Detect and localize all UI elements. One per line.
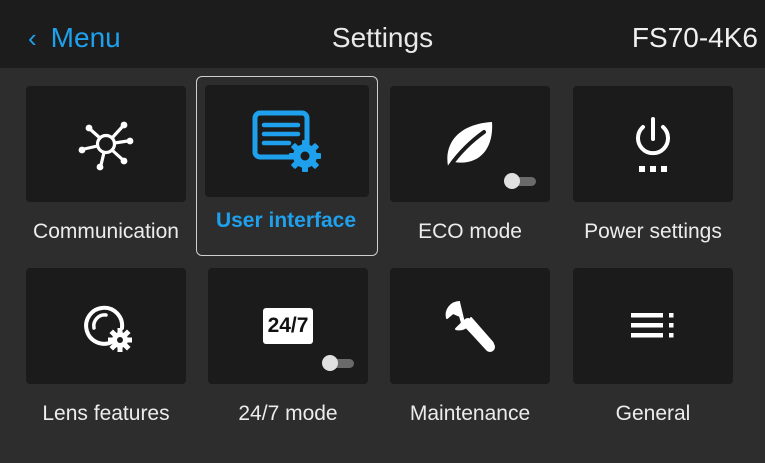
device-model: FS70-4K6 [631, 22, 758, 53]
tile-24-7-mode-label: 24/7 mode [238, 402, 338, 425]
tile-24-7-mode-box: 24/7 [208, 268, 368, 384]
tile-maintenance-box [390, 268, 550, 384]
tile-eco-mode-label: ECO mode [418, 220, 522, 243]
24-7-mode-toggle [322, 355, 354, 371]
tile-user-interface[interactable]: User interface [196, 76, 378, 256]
tile-24-7-mode[interactable]: 24/7 24/7 mode [204, 268, 386, 448]
header-bar: ‹ Menu Settings FS70-4K6 [0, 0, 765, 68]
tile-general-label: General [615, 402, 691, 425]
wrench-icon [445, 301, 495, 352]
document-gear-icon [252, 110, 321, 172]
eco-mode-toggle [504, 173, 536, 189]
tile-general[interactable]: General [569, 268, 751, 448]
tile-communication-label: Communication [33, 220, 179, 243]
tile-user-interface-box [205, 85, 369, 197]
tile-communication[interactable]: Communication [22, 86, 204, 266]
tile-power-settings-label: Power settings [584, 220, 722, 243]
tile-general-box [573, 268, 733, 384]
tile-lens-features[interactable]: Lens features [22, 268, 204, 448]
tile-power-settings[interactable]: Power settings [569, 86, 751, 266]
network-hub-icon [78, 121, 134, 171]
tile-eco-mode[interactable]: ECO mode [386, 86, 568, 266]
list-icon [631, 313, 674, 338]
tile-user-interface-label: User interface [215, 209, 357, 232]
tile-lens-features-label: Lens features [42, 402, 170, 425]
tile-maintenance[interactable]: Maintenance [386, 268, 568, 448]
tile-maintenance-label: Maintenance [409, 402, 531, 425]
leaf-icon [447, 122, 493, 168]
lens-gear-icon [84, 305, 132, 352]
tile-lens-features-box [26, 268, 186, 384]
tile-power-settings-box [573, 86, 733, 202]
tile-eco-mode-box [390, 86, 550, 202]
power-icon [636, 117, 670, 172]
tile-communication-box [26, 86, 186, 202]
24-7-badge-icon: 24/7 [263, 308, 313, 344]
settings-screen: ‹ Menu Settings FS70-4K6 Communication U… [0, 0, 765, 463]
